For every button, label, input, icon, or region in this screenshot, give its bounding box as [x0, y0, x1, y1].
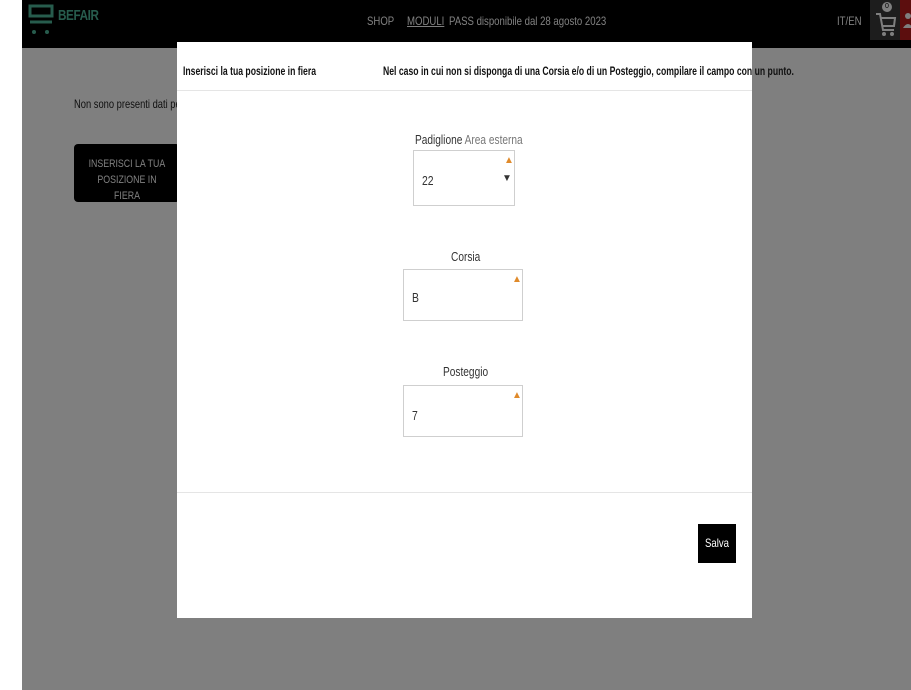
posteggio-input[interactable]: ▲ 7 — [403, 385, 523, 437]
posteggio-value: 7 — [412, 408, 418, 423]
corsia-input[interactable]: ▲ B — [403, 269, 523, 321]
corsia-value: B — [412, 290, 419, 305]
modal-title: Inserisci la tua posizione in fiera — [183, 64, 317, 78]
save-button[interactable]: Salva — [698, 524, 736, 563]
required-marker-icon: ▲ — [504, 155, 514, 166]
save-button-label: Salva — [704, 536, 730, 550]
modal-hint: Nel caso in cui non si disponga di una C… — [383, 64, 794, 78]
corsia-label: Corsia — [451, 249, 481, 264]
padiglione-label-text: Padiglione — [415, 132, 463, 147]
position-modal: Inserisci la tua posizione in fiera Nel … — [177, 42, 794, 618]
padiglione-sublabel: Area esterna — [464, 132, 523, 147]
padiglione-select[interactable]: ▲ 22 ▼ — [413, 150, 515, 206]
required-marker-icon: ▲ — [512, 390, 522, 401]
posteggio-label: Posteggio — [443, 364, 489, 379]
padiglione-value: 22 — [422, 173, 434, 188]
modal-divider — [177, 492, 752, 493]
required-marker-icon: ▲ — [512, 274, 522, 285]
modal-header: Inserisci la tua posizione in fiera Nel … — [177, 42, 794, 91]
page: BEFAIR SHOP MODULI PASS disponibile dal … — [22, 0, 911, 690]
chevron-down-icon: ▼ — [502, 173, 512, 184]
padiglione-label: Padiglione Area esterna — [415, 132, 523, 147]
